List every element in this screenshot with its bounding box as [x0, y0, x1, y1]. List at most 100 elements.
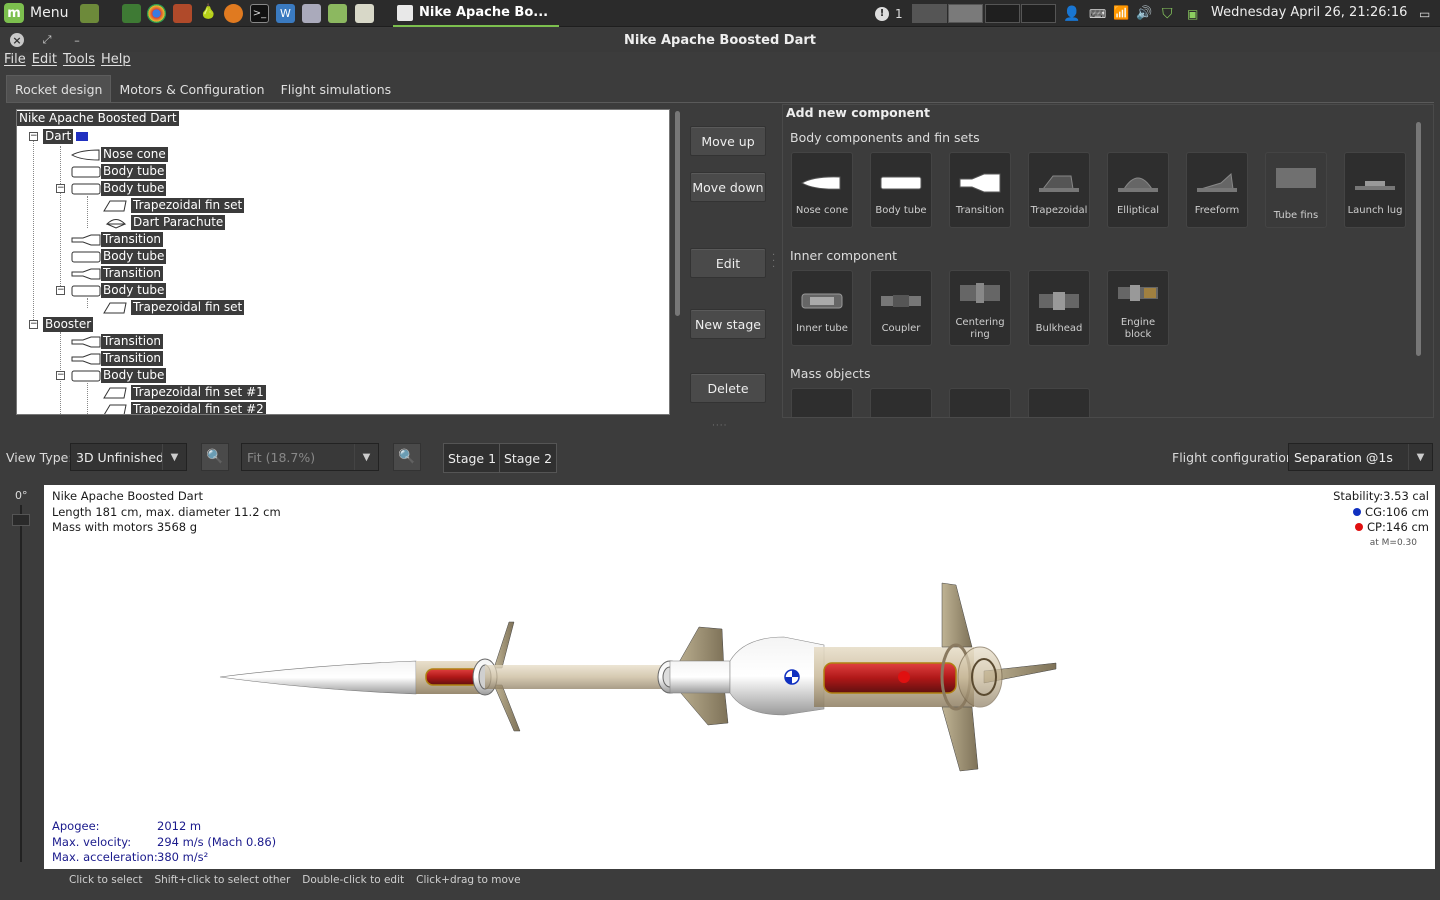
add-transition-button[interactable]: Transition: [949, 152, 1011, 228]
tree-item-body-tube[interactable]: Body tube: [71, 249, 167, 264]
chrome-icon[interactable]: [147, 4, 166, 23]
add-elliptical-fins-button[interactable]: Elliptical: [1107, 152, 1169, 228]
terminal-icon[interactable]: >_: [250, 4, 269, 23]
palette-scrollbar[interactable]: [1416, 122, 1421, 356]
add-centering-ring-button[interactable]: Centering ring: [949, 270, 1011, 346]
pear-icon[interactable]: 🍐: [199, 4, 218, 23]
firefox-icon[interactable]: [224, 4, 243, 23]
tree-item-dart[interactable]: Dart: [43, 129, 89, 144]
tree-item-body-tube[interactable]: Body tube: [71, 368, 167, 383]
settings-icon[interactable]: [302, 4, 321, 23]
add-tube-fins-button[interactable]: Tube fins: [1265, 152, 1327, 228]
menu-help[interactable]: Help: [101, 52, 131, 71]
add-body-tube-button[interactable]: Body tube: [870, 152, 932, 228]
workspace-1[interactable]: [912, 4, 947, 23]
new-stage-button[interactable]: New stage: [690, 309, 766, 339]
tree-item-transition[interactable]: Transition: [71, 334, 164, 349]
add-bulkhead-button[interactable]: Bulkhead: [1028, 270, 1090, 346]
zoom-select[interactable]: Fit (18.7%) ▼: [241, 443, 379, 471]
rocket-3d-view[interactable]: Nike Apache Boosted Dart Length 181 cm, …: [44, 485, 1435, 869]
move-down-button[interactable]: Move down: [690, 172, 766, 202]
start-menu-button[interactable]: m Menu: [4, 2, 68, 24]
update-icon[interactable]: ▣: [1187, 0, 1198, 27]
zoom-out-button[interactable]: 🔍: [393, 443, 421, 471]
add-freeform-fins-button[interactable]: Freeform: [1186, 152, 1248, 228]
tree-item-transition[interactable]: Transition: [71, 351, 164, 366]
writer-icon[interactable]: W: [276, 4, 295, 23]
tab-rocket-design[interactable]: Rocket design: [6, 75, 112, 103]
launcher-app-icon[interactable]: [122, 4, 141, 23]
delete-button[interactable]: Delete: [690, 373, 766, 403]
add-launch-lug-button[interactable]: Launch lug: [1344, 152, 1406, 228]
body-tube-icon: [71, 251, 101, 262]
show-desktop-right-icon[interactable]: ▭: [1419, 0, 1430, 27]
split-handle-icon[interactable]: · · ·: [772, 251, 775, 273]
collapse-booster-toggle[interactable]: −: [29, 320, 38, 329]
tree-root-label: Nike Apache Boosted Dart: [17, 111, 179, 126]
flight-configuration-select[interactable]: Separation @1s ▼: [1288, 443, 1433, 471]
tree-item-transition[interactable]: Transition: [71, 232, 164, 247]
rotation-slider[interactable]: [20, 505, 22, 862]
volume-icon[interactable]: 🔊: [1136, 0, 1152, 27]
tree-item-dart-parachute[interactable]: Dart Parachute: [101, 215, 226, 230]
splitter-handle-icon[interactable]: ····: [712, 421, 727, 431]
rotation-slider-thumb[interactable]: [12, 514, 30, 526]
view-type-select[interactable]: 3D Unfinished ▼: [70, 443, 187, 471]
tab-flight-simulations[interactable]: Flight simulations: [273, 75, 400, 103]
add-shock-cord-button[interactable]: [949, 388, 1011, 417]
tree-item-trapezoidal-fin-set-2[interactable]: Trapezoidal fin set #2: [101, 402, 266, 414]
stage-2-toggle[interactable]: Stage 2: [499, 443, 558, 473]
fin-set-icon: [103, 200, 127, 211]
wifi-icon[interactable]: 📶: [1113, 0, 1129, 27]
keyboard-icon[interactable]: ⌨: [1089, 0, 1106, 27]
stage-1-toggle[interactable]: Stage 1: [443, 443, 502, 473]
workspace-4[interactable]: [1021, 4, 1056, 23]
user-icon[interactable]: 👤: [1063, 0, 1080, 27]
booster-transition-shape: [669, 660, 731, 694]
firewall-icon[interactable]: [173, 4, 192, 23]
tree-item-nose-cone[interactable]: Nose cone: [71, 147, 168, 162]
collapse-body-tube-toggle[interactable]: −: [56, 286, 65, 295]
notifications[interactable]: ! 1: [875, 0, 903, 27]
menu-file[interactable]: File: [4, 52, 26, 71]
add-nose-cone-button[interactable]: Nose cone: [791, 152, 853, 228]
add-streamer-button[interactable]: [870, 388, 932, 417]
add-mass-component-button[interactable]: [1028, 388, 1090, 417]
show-desktop-icon[interactable]: [80, 4, 99, 23]
tab-motors-configuration[interactable]: Motors & Configuration: [111, 75, 272, 103]
taskbar-item-openrocket[interactable]: Nike Apache Bo...: [393, 0, 559, 27]
add-trapezoidal-fins-button[interactable]: Trapezoidal: [1028, 152, 1090, 228]
text-editor-icon[interactable]: [355, 4, 374, 23]
tree-item-body-tube[interactable]: Body tube: [71, 164, 167, 179]
workspace-3[interactable]: [985, 4, 1020, 23]
clock[interactable]: Wednesday April 26, 21:26:16: [1211, 5, 1407, 20]
tree-item-trapezoidal-fin-set-1[interactable]: Trapezoidal fin set #1: [101, 385, 266, 400]
transition-icon: [959, 173, 1001, 193]
component-tree[interactable]: Nike Apache Boosted Dart − Dart Nose con…: [16, 109, 670, 415]
shield-icon[interactable]: ⛉: [1162, 0, 1173, 27]
menu-tools[interactable]: Tools: [63, 52, 95, 71]
tree-item-transition[interactable]: Transition: [71, 266, 164, 281]
add-inner-tube-button[interactable]: Inner tube: [791, 270, 853, 346]
collapse-dart-toggle[interactable]: −: [29, 132, 38, 141]
tree-item-booster[interactable]: Booster: [43, 317, 94, 332]
tree-item-body-tube[interactable]: Body tube: [71, 283, 167, 298]
zoom-value: Fit (18.7%): [247, 449, 316, 465]
collapse-body-tube-toggle[interactable]: −: [56, 371, 65, 380]
move-up-button[interactable]: Move up: [690, 126, 766, 156]
workspace-2[interactable]: [948, 4, 983, 23]
menu-edit[interactable]: Edit: [32, 52, 57, 71]
tree-item-trapezoidal-fin-set[interactable]: Trapezoidal fin set: [101, 198, 245, 213]
tree-root[interactable]: Nike Apache Boosted Dart: [17, 111, 179, 126]
tree-item-body-tube[interactable]: Body tube: [71, 181, 167, 196]
component-label: Body tube: [875, 205, 927, 216]
add-parachute-button[interactable]: [791, 388, 853, 417]
tree-item-trapezoidal-fin-set[interactable]: Trapezoidal fin set: [101, 300, 245, 315]
files-icon[interactable]: [328, 4, 347, 23]
add-engine-block-button[interactable]: Engine block: [1107, 270, 1169, 346]
edit-button[interactable]: Edit: [690, 248, 766, 278]
add-coupler-button[interactable]: Coupler: [870, 270, 932, 346]
zoom-in-button[interactable]: 🔍: [201, 443, 229, 471]
collapse-body-tube-toggle[interactable]: −: [56, 184, 65, 193]
tree-scrollbar[interactable]: [675, 111, 680, 316]
